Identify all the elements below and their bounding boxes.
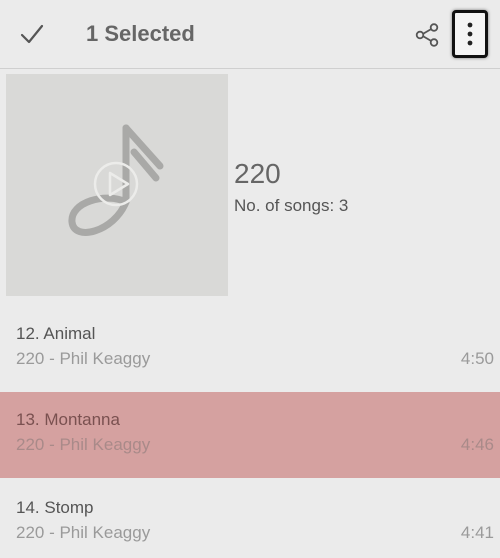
more-options-button[interactable]	[452, 10, 488, 58]
share-button[interactable]	[408, 16, 446, 54]
track-title: 14. Stomp	[16, 498, 94, 517]
selection-count-title: 1 Selected	[86, 21, 195, 46]
selection-toolbar: 1 Selected	[0, 0, 500, 69]
track-artist: 220 - Phil Keaggy	[16, 435, 151, 454]
more-vert-icon	[467, 22, 473, 46]
track-artist: 220 - Phil Keaggy	[16, 349, 151, 368]
app-root: 1 Selected 220 No. of songs: 3 12. Anima…	[0, 0, 500, 558]
share-icon	[415, 23, 439, 47]
track-title: 12. Animal	[16, 324, 96, 343]
track-row[interactable]: 14. Stomp 220 - Phil Keaggy 4:41	[0, 480, 500, 558]
album-song-count: No. of songs: 3	[234, 196, 349, 215]
album-art	[6, 74, 228, 296]
track-duration: 4:41	[460, 523, 494, 542]
music-note-icon	[68, 124, 164, 236]
track-duration: 4:46	[460, 435, 494, 454]
track-row[interactable]: 12. Animal 220 - Phil Keaggy 4:50	[0, 306, 500, 392]
track-artist: 220 - Phil Keaggy	[16, 523, 151, 542]
track-title: 13. Montanna	[16, 410, 120, 429]
album-info: 220 No. of songs: 3	[234, 156, 348, 218]
track-row-selected[interactable]: 13. Montanna 220 - Phil Keaggy 4:46	[0, 392, 500, 478]
done-selection-button[interactable]	[14, 16, 50, 52]
album-title: 220	[234, 158, 281, 189]
track-duration: 4:50	[460, 349, 494, 368]
check-icon	[20, 24, 44, 44]
